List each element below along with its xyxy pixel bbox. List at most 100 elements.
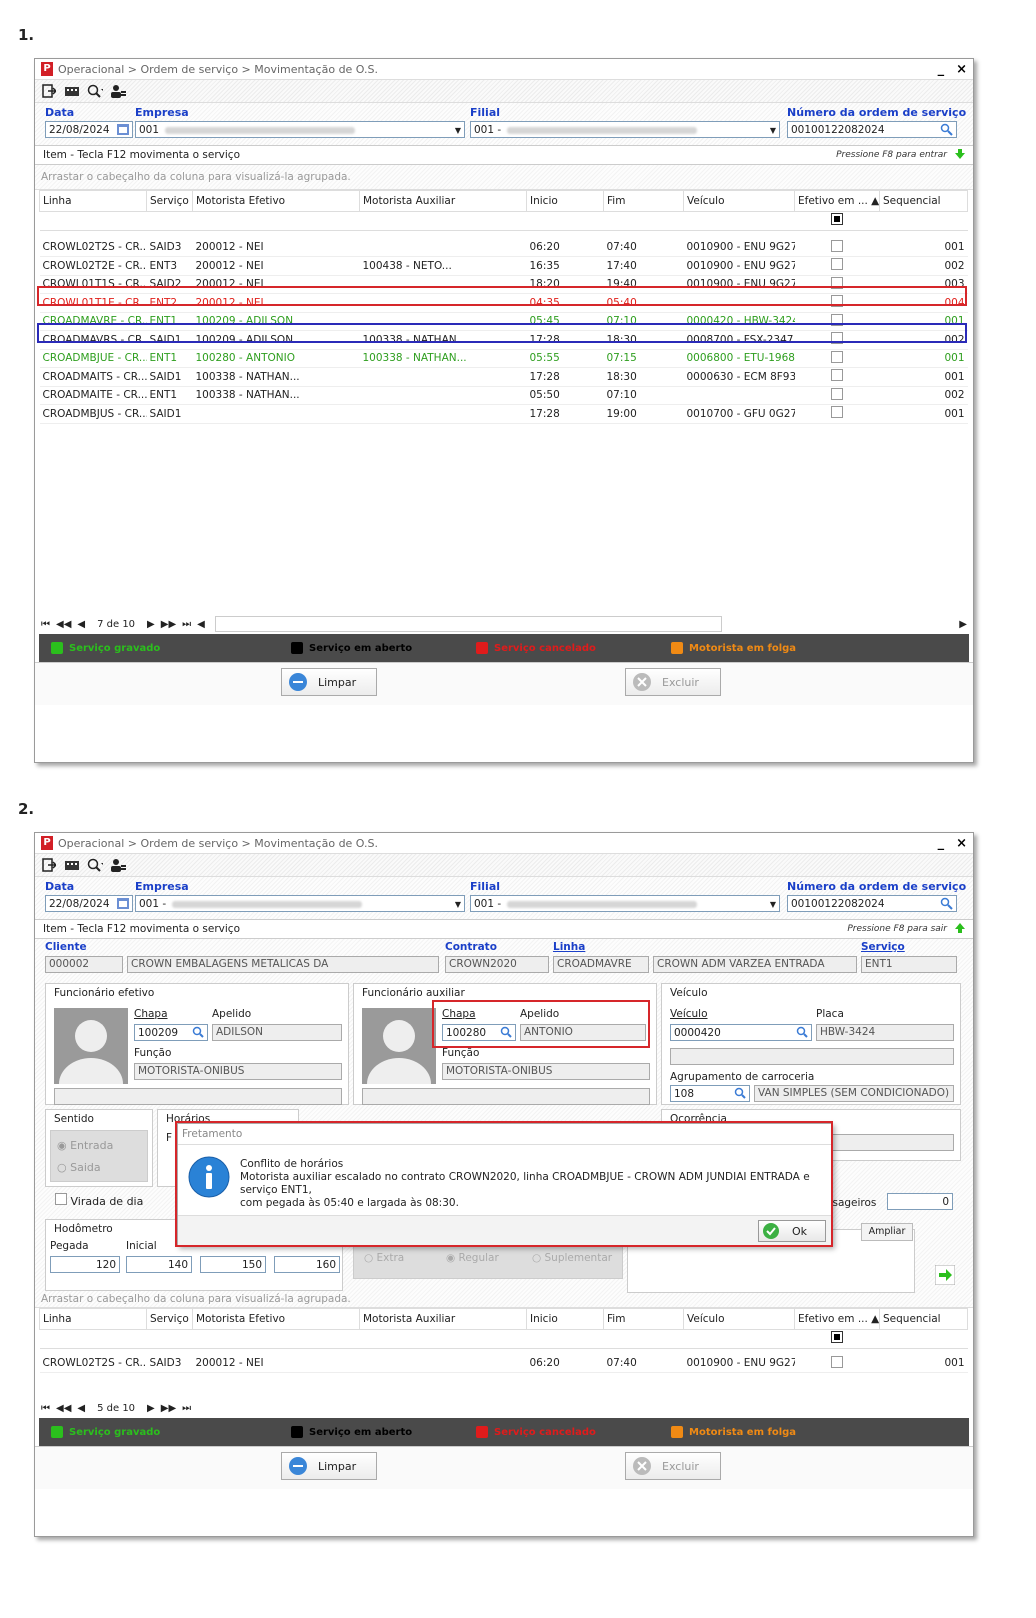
passageiros-input[interactable]: 0 bbox=[887, 1193, 953, 1210]
limpar-button[interactable]: Limpar bbox=[281, 1452, 377, 1480]
data-input[interactable]: 22/08/2024 bbox=[45, 121, 133, 138]
excluir-button[interactable]: Excluir bbox=[625, 668, 721, 696]
col-veiculo[interactable]: Veículo bbox=[683, 190, 795, 212]
minimize-button[interactable]: _ bbox=[938, 836, 945, 851]
table-row[interactable]: CROWL02T2E - CR... ENT3 200012 - NEI 100438… bbox=[39, 256, 968, 276]
col-fim[interactable]: Fim bbox=[603, 190, 684, 212]
virada-checkbox[interactable]: Virada de dia bbox=[55, 1193, 143, 1208]
next-page-button[interactable]: ▶▶ bbox=[161, 1403, 176, 1414]
user-icon[interactable] bbox=[110, 83, 126, 99]
arrow-down-icon[interactable] bbox=[955, 148, 965, 162]
efetivo-checkbox[interactable] bbox=[831, 369, 843, 382]
empresa-select[interactable]: 001 - ▼ bbox=[135, 895, 465, 912]
efetivo-checkbox[interactable] bbox=[831, 239, 843, 252]
col-sequencial[interactable]: Sequencial bbox=[879, 190, 968, 212]
chapa-input[interactable]: 100209 bbox=[134, 1024, 208, 1041]
search-icon[interactable] bbox=[87, 857, 103, 873]
linha-label[interactable]: Linha bbox=[553, 941, 585, 953]
lookup-icon[interactable] bbox=[940, 897, 953, 911]
calendar-icon[interactable] bbox=[117, 124, 129, 137]
col-veiculo[interactable]: Veículo bbox=[683, 1308, 795, 1330]
efetivo-checkbox[interactable] bbox=[831, 350, 843, 363]
col-servico[interactable]: Serviço bbox=[146, 1308, 193, 1330]
next-button[interactable]: ▶ bbox=[147, 619, 155, 630]
col-sequencial[interactable]: Sequencial bbox=[879, 1308, 968, 1330]
prev-page-button[interactable]: ◀◀ bbox=[56, 1403, 71, 1414]
prev-button[interactable]: ◀ bbox=[77, 1403, 85, 1414]
scroll-left-button[interactable]: ◀ bbox=[197, 619, 205, 630]
col-inicio[interactable]: Inicio bbox=[526, 1308, 604, 1330]
agrup-name: VAN SIMPLES (SEM CONDICIONADO) bbox=[754, 1085, 954, 1102]
exit-icon[interactable] bbox=[41, 83, 57, 99]
hod-final[interactable]: 150 bbox=[200, 1256, 266, 1273]
filter-checkbox[interactable] bbox=[831, 213, 843, 226]
table-row[interactable]: CROWL02T2S - CR... SAID3 200012 - NEI 06:20… bbox=[39, 238, 968, 257]
first-button[interactable]: ⏮ bbox=[41, 619, 50, 630]
col-linha[interactable]: Linha bbox=[39, 1308, 147, 1330]
close-button[interactable]: × bbox=[956, 836, 967, 851]
data-input[interactable]: 22/08/2024 bbox=[45, 895, 133, 912]
suplementar-radio[interactable]: ○ Suplementar bbox=[532, 1252, 612, 1264]
col-efetivo-em[interactable]: Efetivo em ... ▲ bbox=[794, 190, 880, 212]
last-button[interactable]: ⏭ bbox=[182, 1403, 191, 1414]
exit-icon[interactable] bbox=[41, 857, 57, 873]
placa-label: Placa bbox=[816, 1008, 844, 1020]
user-icon[interactable] bbox=[110, 857, 126, 873]
hod-largada[interactable]: 160 bbox=[274, 1256, 340, 1273]
lookup-icon[interactable] bbox=[940, 123, 953, 137]
saida-radio[interactable]: ○ Saida bbox=[57, 1161, 101, 1174]
empresa-select[interactable]: 001 ▼ bbox=[135, 121, 465, 138]
limpar-button[interactable]: Limpar bbox=[281, 668, 377, 696]
col-efetivo-em[interactable]: Efetivo em ... ▲ bbox=[794, 1308, 880, 1330]
col-inicio[interactable]: Inicio bbox=[526, 190, 604, 212]
prev-button[interactable]: ◀ bbox=[77, 619, 85, 630]
close-button[interactable]: × bbox=[956, 62, 967, 77]
keyboard-icon[interactable] bbox=[64, 83, 80, 99]
table-row[interactable]: CROWL02T2S - CR... SAID3 200012 - NEI 06… bbox=[39, 1354, 968, 1373]
efetivo-checkbox[interactable] bbox=[831, 1355, 843, 1368]
filial-select[interactable]: 001 - ▼ bbox=[470, 895, 780, 912]
os-input[interactable]: 00100122082024 bbox=[787, 895, 957, 912]
minimize-button[interactable]: _ bbox=[938, 62, 945, 77]
hod-pegada[interactable]: 120 bbox=[50, 1256, 120, 1273]
table-row[interactable]: CROADMBJUS - CR... SAID1 17:28 19:00 0010700… bbox=[39, 404, 968, 424]
table-row[interactable]: CROADMAITS - CR... SAID1 100338 - NATHAN..… bbox=[39, 367, 968, 387]
col-efetivo[interactable]: Motorista Efetivo bbox=[192, 1308, 360, 1330]
hod-inicial[interactable]: 140 bbox=[126, 1256, 192, 1273]
col-auxiliar[interactable]: Motorista Auxiliar bbox=[359, 190, 527, 212]
last-button[interactable]: ⏭ bbox=[182, 619, 191, 630]
horizontal-scrollbar[interactable] bbox=[214, 616, 722, 632]
arrow-up-icon[interactable] bbox=[955, 922, 965, 936]
confirm-arrow-icon[interactable] bbox=[934, 1264, 956, 1286]
extra-radio[interactable]: ○ Extra bbox=[364, 1252, 404, 1264]
col-linha[interactable]: Linha bbox=[39, 190, 147, 212]
col-efetivo[interactable]: Motorista Efetivo bbox=[192, 190, 360, 212]
next-button[interactable]: ▶ bbox=[147, 1403, 155, 1414]
ampliar-button[interactable]: Ampliar bbox=[861, 1223, 913, 1241]
efetivo-checkbox[interactable] bbox=[831, 387, 843, 400]
col-fim[interactable]: Fim bbox=[603, 1308, 684, 1330]
col-auxiliar[interactable]: Motorista Auxiliar bbox=[359, 1308, 527, 1330]
os-input[interactable]: 00100122082024 bbox=[787, 121, 957, 138]
efetivo-checkbox[interactable] bbox=[831, 258, 843, 271]
col-servico[interactable]: Serviço bbox=[146, 190, 193, 212]
search-icon[interactable] bbox=[87, 83, 103, 99]
regular-radio[interactable]: ◉ Regular bbox=[446, 1252, 499, 1264]
excluir-button[interactable]: Excluir bbox=[625, 1452, 721, 1480]
scroll-right-button[interactable]: ▶ bbox=[959, 619, 967, 630]
prev-page-button[interactable]: ◀◀ bbox=[56, 619, 71, 630]
next-page-button[interactable]: ▶▶ bbox=[161, 619, 176, 630]
filial-select[interactable]: 001 - ▼ bbox=[470, 121, 780, 138]
filter-checkbox[interactable] bbox=[831, 1331, 843, 1344]
cell-linha: CROWL02T2S - CR... bbox=[39, 238, 147, 257]
table-row[interactable]: CROADMAITE - CR... ENT1 100338 - NATHAN...… bbox=[39, 386, 968, 405]
calendar-icon[interactable] bbox=[117, 898, 129, 911]
table-row[interactable]: CROADMBJUE - CR... ENT1 100280 - ANTONIO 10… bbox=[39, 349, 968, 368]
efetivo-checkbox[interactable] bbox=[831, 406, 843, 419]
keyboard-icon[interactable] bbox=[64, 857, 80, 873]
agrup-input[interactable]: 108 bbox=[670, 1085, 750, 1102]
entrada-radio[interactable]: ◉ Entrada bbox=[57, 1139, 113, 1152]
servico-label[interactable]: Serviço bbox=[861, 941, 905, 953]
first-button[interactable]: ⏮ bbox=[41, 1403, 50, 1414]
veiculo-input[interactable]: 0000420 bbox=[670, 1024, 812, 1041]
